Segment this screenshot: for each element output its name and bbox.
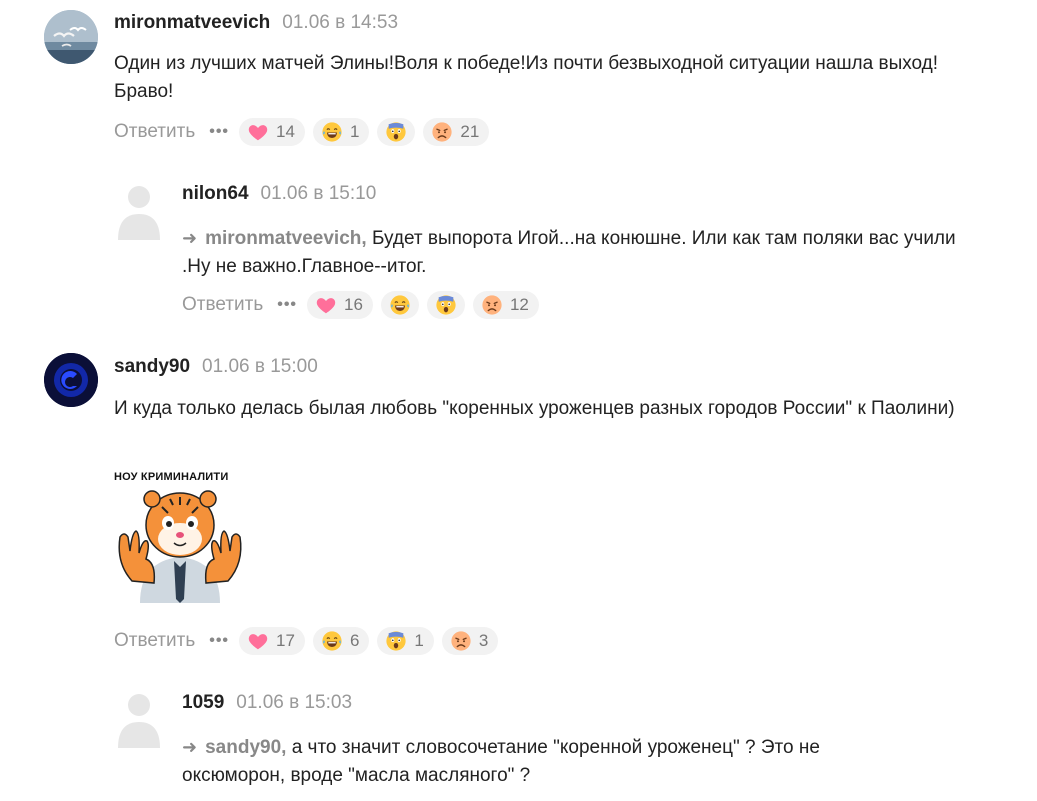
reply-mention-link[interactable]: mironmatveevich, <box>205 228 367 249</box>
comment-4-reply: 1059 01.06 в 15:03 ➜ sandy90, а что значит… <box>0 680 1037 801</box>
comment-time[interactable]: 01.06 в 14:53 <box>282 12 398 33</box>
reply-mention-link[interactable]: sandy90, <box>205 737 286 758</box>
reply-button[interactable]: Ответить <box>114 121 195 143</box>
reaction-count: 16 <box>344 295 363 314</box>
comment-time[interactable]: 01.06 в 15:10 <box>261 183 377 204</box>
reaction-count: 6 <box>349 631 360 650</box>
reaction-count: 1 <box>414 631 424 650</box>
reaction-count: 14 <box>276 122 295 141</box>
shock-emoji-icon <box>435 294 457 316</box>
reaction-sad-button[interactable]: 21 <box>423 118 490 146</box>
reaction-shock-button[interactable] <box>426 291 465 319</box>
reaction-shock-button[interactable] <box>377 118 416 146</box>
comment-author[interactable]: mironmatveevich <box>114 12 270 33</box>
more-options-button[interactable]: ••• <box>209 123 229 141</box>
tiger-sticker-icon <box>118 490 242 603</box>
reaction-laugh-button[interactable]: 6 <box>312 627 370 655</box>
reaction-laugh-button[interactable]: 1 <box>312 118 370 146</box>
sticker-caption: НОУ КРИМИНАЛИТИ <box>114 471 229 483</box>
reaction-count: 3 <box>478 631 489 650</box>
shock-emoji-icon <box>385 630 407 652</box>
comment-time[interactable]: 01.06 в 15:03 <box>236 692 352 713</box>
reaction-laugh-button[interactable] <box>380 291 419 319</box>
reaction-heart-button[interactable]: 14 <box>239 118 305 146</box>
reaction-sad-button[interactable]: 3 <box>441 627 499 655</box>
sad-emoji-icon <box>450 630 472 652</box>
reaction-sad-button[interactable]: 12 <box>472 291 539 319</box>
seagull-photo-icon <box>44 10 98 64</box>
reply-button[interactable]: Ответить <box>182 294 263 316</box>
laugh-emoji-icon <box>321 630 343 652</box>
comment-text: И куда только делась былая любовь "корен… <box>114 398 955 419</box>
comment-2-reply: nilon64 01.06 в 15:10 ➜ mironmatveevich, Б… <box>0 170 1037 330</box>
reply-arrow-icon: ➜ <box>182 737 198 757</box>
laugh-emoji-icon <box>389 294 411 316</box>
sticker-image[interactable]: НОУ КРИМИНАЛИТИ <box>110 463 250 603</box>
comment-text-block: ➜ mironmatveevich, Будет выпорота Игой...… <box>182 224 982 281</box>
reaction-heart-button[interactable]: 16 <box>307 291 373 319</box>
more-options-button[interactable]: ••• <box>277 296 297 314</box>
blue-logo-icon <box>44 353 98 407</box>
reaction-count: 17 <box>276 631 295 650</box>
comment-3: sandy90 01.06 в 15:00 И куда только делас… <box>0 345 1037 675</box>
heart-icon <box>247 121 269 143</box>
comment-author[interactable]: 1059 <box>182 692 224 713</box>
comment-time[interactable]: 01.06 в 15:00 <box>202 356 318 377</box>
comment-text-block: ➜ sandy90, а что значит словосочетание "к… <box>182 733 842 790</box>
comment-author[interactable]: nilon64 <box>182 183 249 204</box>
avatar[interactable] <box>44 10 98 64</box>
reply-arrow-icon: ➜ <box>182 228 198 248</box>
avatar[interactable] <box>44 353 98 407</box>
reaction-count: 21 <box>460 122 480 141</box>
reaction-shock-button[interactable]: 1 <box>377 627 434 655</box>
default-user-icon[interactable] <box>112 180 166 240</box>
reaction-count: 1 <box>349 122 360 141</box>
sad-emoji-icon <box>431 121 453 143</box>
laugh-emoji-icon <box>321 121 343 143</box>
shock-emoji-icon <box>385 121 407 143</box>
comment-text: Один из лучших матчей Элины!Воля к побед… <box>114 53 939 102</box>
reaction-count: 12 <box>509 295 529 314</box>
heart-icon <box>315 294 337 316</box>
reply-button[interactable]: Ответить <box>114 630 195 652</box>
comment-author[interactable]: sandy90 <box>114 356 190 377</box>
heart-icon <box>247 630 269 652</box>
comment-1: mironmatveevich 01.06 в 14:53 Один из луч… <box>0 0 1037 160</box>
more-options-button[interactable]: ••• <box>209 632 229 650</box>
reaction-heart-button[interactable]: 17 <box>239 627 305 655</box>
default-user-icon[interactable] <box>112 688 166 748</box>
sad-emoji-icon <box>481 294 503 316</box>
